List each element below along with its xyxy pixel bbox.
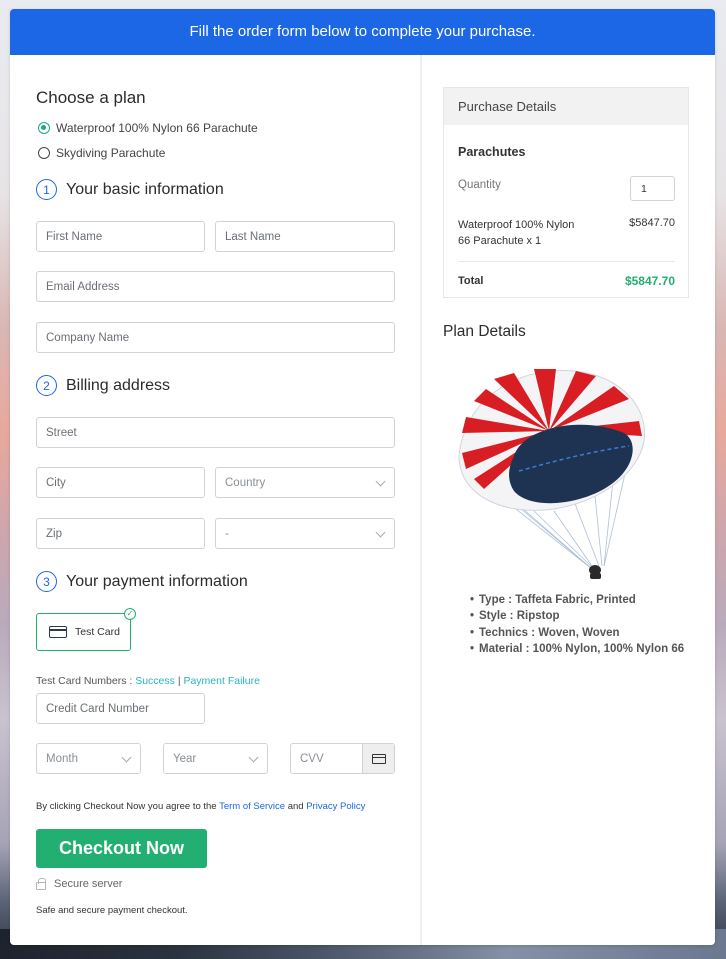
test-card-numbers-label: Test Card Numbers : — [36, 675, 133, 687]
skydiver — [589, 565, 601, 579]
plan-details-heading: Plan Details — [443, 323, 526, 340]
step-1-icon: 1 — [36, 179, 57, 200]
agreement-and: and — [287, 801, 304, 812]
plan-specs-list: Type : Taffeta Fabric, Printed Style : R… — [470, 592, 690, 657]
chevron-down-icon — [121, 752, 132, 763]
total-value: $5847.70 — [624, 274, 675, 288]
basic-info-title: Your basic information — [66, 180, 224, 198]
spec-item: Style : Ripstop — [470, 608, 690, 625]
city-input[interactable]: City — [36, 467, 205, 498]
divider — [458, 261, 675, 262]
secure-server-label: Secure server — [54, 878, 123, 890]
step-3-icon: 3 — [36, 571, 57, 592]
quantity-input[interactable]: 1 — [630, 176, 675, 201]
spec-item: Type : Taffeta Fabric, Printed — [470, 592, 690, 609]
radio-unchecked-icon[interactable] — [38, 147, 50, 159]
link-separator: | — [177, 675, 181, 687]
checkmark-icon: ✓ — [124, 608, 136, 620]
spec-item: Technics : Woven, Woven — [470, 625, 690, 642]
test-card-option[interactable]: Test Card ✓ — [36, 608, 136, 651]
chevron-down-icon — [248, 752, 259, 763]
secure-server: Secure server — [36, 878, 122, 890]
privacy-policy-link[interactable]: Privacy Policy — [306, 801, 365, 812]
agreement-text: By clicking Checkout Now you agree to th… — [36, 801, 365, 812]
spec-item: Material : 100% Nylon, 100% Nylon 66 — [470, 641, 690, 658]
month-select-value: Month — [46, 752, 78, 765]
form-column: Choose a plan Waterproof 100% Nylon 66 P… — [10, 55, 422, 945]
cvv-card-button[interactable] — [362, 744, 394, 773]
summary-column: Purchase Details Parachutes Quantity 1 W… — [424, 55, 715, 945]
plan-option-skydiving[interactable]: Skydiving Parachute — [38, 146, 165, 160]
success-link[interactable]: Success — [135, 675, 175, 687]
state-select-value: - — [225, 527, 229, 540]
company-input[interactable]: Company Name — [36, 322, 395, 353]
choose-plan-heading: Choose a plan — [36, 88, 146, 107]
year-select-value: Year — [173, 752, 197, 765]
year-select[interactable]: Year — [163, 743, 268, 774]
step-2-icon: 2 — [36, 375, 57, 396]
checkout-now-button[interactable]: Checkout Now — [36, 829, 207, 868]
test-card-label: Test Card — [75, 626, 120, 638]
month-select[interactable]: Month — [36, 743, 141, 774]
cvv-placeholder: CVV — [300, 752, 324, 765]
state-select[interactable]: - — [215, 518, 395, 549]
zip-input[interactable]: Zip — [36, 518, 205, 549]
lock-icon — [36, 878, 46, 890]
billing-title: Billing address — [66, 376, 171, 394]
plan-option-waterproof[interactable]: Waterproof 100% Nylon 66 Parachute — [38, 121, 258, 135]
last-name-input[interactable]: Last Name — [215, 221, 395, 252]
credit-card-icon — [49, 626, 67, 638]
plan-option-label: Waterproof 100% Nylon 66 Parachute — [56, 121, 258, 135]
purchase-details-title: Purchase Details — [444, 88, 688, 125]
line-item-name: Waterproof 100% Nylon 66 Parachute x 1 — [458, 219, 575, 247]
cvv-input[interactable]: CVV — [290, 743, 395, 774]
total-label: Total — [458, 275, 484, 287]
order-form-card: Fill the order form below to complete yo… — [10, 9, 715, 945]
payment-failure-link[interactable]: Payment Failure — [183, 675, 259, 687]
card-number-input[interactable]: Credit Card Number — [36, 693, 205, 724]
chevron-down-icon — [375, 476, 386, 487]
chevron-down-icon — [375, 527, 386, 538]
plan-option-label: Skydiving Parachute — [56, 146, 166, 160]
billing-heading: 2 Billing address — [36, 375, 170, 396]
first-name-input[interactable]: First Name — [36, 221, 205, 252]
street-input[interactable]: Street — [36, 417, 395, 448]
country-select-value: Country — [225, 476, 266, 489]
test-card-numbers: Test Card Numbers : Success | Payment Fa… — [36, 675, 260, 687]
quantity-label: Quantity — [458, 179, 501, 191]
purchase-details-box: Purchase Details Parachutes Quantity 1 W… — [443, 87, 689, 298]
parachute-image — [458, 369, 646, 579]
email-input[interactable]: Email Address — [36, 271, 395, 302]
radio-checked-icon[interactable] — [38, 122, 50, 134]
basic-info-heading: 1 Your basic information — [36, 179, 224, 200]
country-select[interactable]: Country — [215, 467, 395, 498]
header-banner: Fill the order form below to complete yo… — [10, 9, 715, 55]
line-item-price: $5847.70 — [629, 217, 675, 229]
agreement-prefix: By clicking Checkout Now you agree to th… — [36, 801, 217, 812]
safe-checkout-text: Safe and secure payment checkout. — [36, 905, 188, 916]
terms-of-service-link[interactable]: Term of Service — [219, 801, 285, 812]
payment-heading: 3 Your payment information — [36, 571, 248, 592]
payment-title: Your payment information — [66, 572, 248, 590]
credit-card-icon — [371, 753, 386, 764]
product-group-name: Parachutes — [458, 145, 526, 159]
